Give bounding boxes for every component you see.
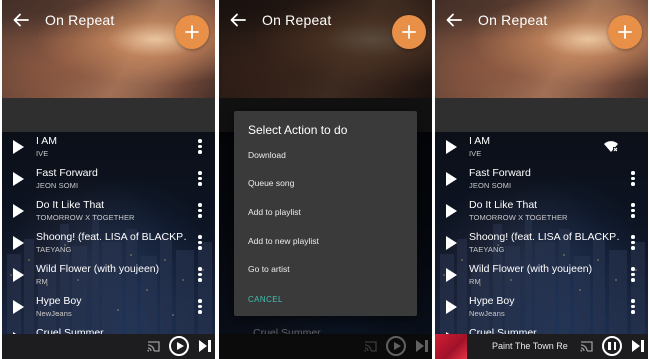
action-dialog: Select Action to do Download Queue song … bbox=[234, 111, 417, 316]
song-artist: IVE bbox=[469, 149, 482, 158]
song-title: I AM bbox=[469, 135, 491, 147]
song-artist: RM bbox=[469, 277, 481, 286]
more-vert-icon[interactable] bbox=[197, 235, 203, 253]
list-item[interactable]: Wild Flower (with youjeen) RM bbox=[2, 260, 215, 292]
song-title: Wild Flower (with youjeen) bbox=[469, 263, 593, 275]
song-artist: TOMORROW X TOGETHER bbox=[469, 213, 568, 222]
screenshot-root: On Repeat I AM IVE Fast Forward JEON SOM… bbox=[0, 0, 650, 359]
add-button[interactable] bbox=[392, 15, 426, 49]
page-title: On Repeat bbox=[45, 12, 115, 28]
back-arrow-icon[interactable] bbox=[229, 11, 247, 29]
pause-button[interactable] bbox=[602, 336, 622, 356]
play-icon[interactable] bbox=[13, 204, 24, 218]
list-item[interactable]: I AM IVE bbox=[435, 132, 648, 164]
song-title: I AM bbox=[36, 135, 58, 147]
back-arrow-icon[interactable] bbox=[12, 11, 30, 29]
list-item[interactable]: Shoong! (feat. LISA of BLACKP… TAEYANG bbox=[435, 228, 648, 260]
more-vert-icon[interactable] bbox=[197, 203, 203, 221]
song-title: Wild Flower (with youjeen) bbox=[36, 263, 160, 275]
play-icon[interactable] bbox=[446, 140, 457, 154]
now-playing-album-art bbox=[435, 334, 467, 359]
now-playing-bar[interactable]: Paint The Town Re bbox=[435, 334, 648, 359]
song-artist: JEON SOMI bbox=[36, 181, 79, 190]
dialog-item-add-to-playlist[interactable]: Add to playlist bbox=[248, 207, 301, 217]
list-item[interactable]: Hype Boy NewJeans bbox=[435, 292, 648, 324]
header-spacer bbox=[2, 98, 215, 132]
list-item[interactable]: Fast Forward JEON SOMI bbox=[435, 164, 648, 196]
dialog-item-queue-song[interactable]: Queue song bbox=[248, 178, 294, 188]
play-icon[interactable] bbox=[13, 300, 24, 314]
play-icon[interactable] bbox=[446, 300, 457, 314]
song-artist: TAEYANG bbox=[36, 245, 72, 254]
more-vert-icon[interactable] bbox=[630, 171, 636, 189]
add-button[interactable] bbox=[175, 15, 209, 49]
cancel-button[interactable]: CANCEL bbox=[248, 295, 283, 304]
dialog-item-go-to-artist[interactable]: Go to artist bbox=[248, 264, 290, 274]
player-bar bbox=[2, 334, 215, 359]
list-item[interactable]: Do It Like That TOMORROW X TOGETHER bbox=[2, 196, 215, 228]
play-icon[interactable] bbox=[446, 268, 457, 282]
more-vert-icon[interactable] bbox=[197, 139, 203, 157]
more-vert-icon[interactable] bbox=[630, 267, 636, 285]
song-title: Do It Like That bbox=[469, 199, 538, 211]
song-artist: RM bbox=[36, 277, 48, 286]
page-title: On Repeat bbox=[262, 12, 332, 28]
play-icon[interactable] bbox=[13, 140, 24, 154]
more-vert-icon[interactable] bbox=[630, 203, 636, 221]
play-icon[interactable] bbox=[446, 204, 457, 218]
play-icon[interactable] bbox=[13, 172, 24, 186]
back-arrow-icon[interactable] bbox=[445, 11, 463, 29]
song-artist: TAEYANG bbox=[469, 245, 505, 254]
song-title: Fast Forward bbox=[36, 167, 98, 179]
add-button[interactable] bbox=[608, 15, 642, 49]
page-title: On Repeat bbox=[478, 12, 548, 28]
plus-icon bbox=[618, 25, 632, 39]
song-title: Do It Like That bbox=[36, 199, 105, 211]
wifi-offline-icon bbox=[604, 141, 618, 152]
more-vert-icon[interactable] bbox=[197, 267, 203, 285]
song-artist: JEON SOMI bbox=[469, 181, 512, 190]
song-artist: NewJeans bbox=[36, 309, 72, 318]
list-item[interactable]: I AM IVE bbox=[2, 132, 215, 164]
more-vert-icon[interactable] bbox=[630, 299, 636, 317]
now-playing-title: Paint The Town Re bbox=[492, 341, 568, 351]
skip-next-icon[interactable] bbox=[632, 340, 644, 352]
cast-icon[interactable] bbox=[147, 341, 160, 352]
play-icon[interactable] bbox=[446, 172, 457, 186]
dialog-item-add-to-new-playlist[interactable]: Add to new playlist bbox=[248, 236, 319, 246]
screen-playlist: On Repeat I AM IVE Fast Forward JEON SOM… bbox=[2, 0, 215, 359]
skip-next-icon[interactable] bbox=[199, 340, 211, 352]
song-title: Shoong! (feat. LISA of BLACKP… bbox=[469, 231, 619, 243]
dialog-item-download[interactable]: Download bbox=[248, 150, 286, 160]
list-item[interactable]: Wild Flower (with youjeen) RM bbox=[435, 260, 648, 292]
song-artist: NewJeans bbox=[469, 309, 505, 318]
song-title: Shoong! (feat. LISA of BLACKP… bbox=[36, 231, 186, 243]
song-title: Fast Forward bbox=[469, 167, 531, 179]
more-vert-icon[interactable] bbox=[197, 171, 203, 189]
cast-icon[interactable] bbox=[580, 341, 593, 352]
play-icon[interactable] bbox=[13, 268, 24, 282]
play-button[interactable] bbox=[169, 336, 189, 356]
play-icon[interactable] bbox=[446, 236, 457, 250]
more-vert-icon[interactable] bbox=[197, 299, 203, 317]
list-item[interactable]: Fast Forward JEON SOMI bbox=[2, 164, 215, 196]
plus-icon bbox=[402, 25, 416, 39]
list-item[interactable]: Do It Like That TOMORROW X TOGETHER bbox=[435, 196, 648, 228]
list-item[interactable]: Shoong! (feat. LISA of BLACKP… TAEYANG bbox=[2, 228, 215, 260]
header-spacer bbox=[435, 98, 648, 132]
play-icon[interactable] bbox=[13, 236, 24, 250]
list-item[interactable]: Hype Boy NewJeans bbox=[2, 292, 215, 324]
screen-action-dialog: On Repeat Cruel Summer Select Action to … bbox=[219, 0, 432, 359]
song-title: Hype Boy bbox=[36, 295, 82, 307]
more-vert-icon[interactable] bbox=[630, 235, 636, 253]
plus-icon bbox=[185, 25, 199, 39]
song-title: Hype Boy bbox=[469, 295, 515, 307]
screen-playlist-playing: On Repeat I AM IVE Fast Forward JEON SOM… bbox=[435, 0, 648, 359]
song-artist: IVE bbox=[36, 149, 49, 158]
song-artist: TOMORROW X TOGETHER bbox=[36, 213, 135, 222]
dialog-title: Select Action to do bbox=[248, 123, 348, 137]
